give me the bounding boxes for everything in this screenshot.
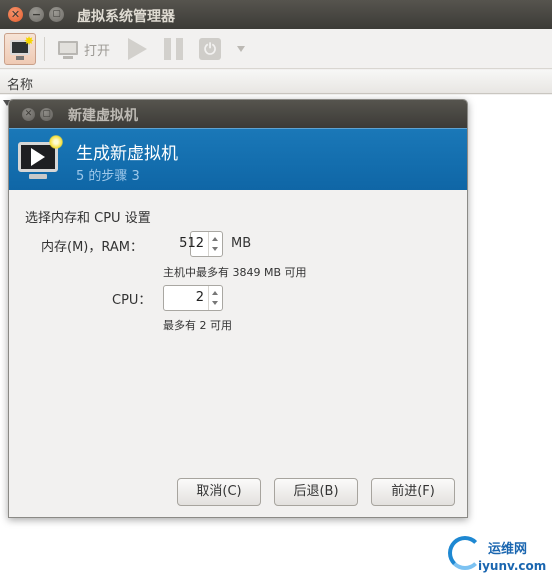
cpu-spinbox[interactable]: 2 bbox=[163, 285, 223, 311]
back-button[interactable]: 后退(B) bbox=[274, 478, 358, 506]
vm-sparkle-icon bbox=[49, 135, 63, 149]
dialog-title: 新建虚拟机 bbox=[68, 108, 138, 124]
spin-up-icon[interactable] bbox=[212, 291, 218, 295]
ram-label: 内存(M)，RAM： bbox=[41, 240, 143, 255]
toolbar: ✸ 打开 ⏻ bbox=[0, 29, 552, 69]
play-icon[interactable] bbox=[128, 38, 147, 60]
watermark-logo-icon bbox=[448, 536, 482, 570]
sparkle-icon: ✸ bbox=[24, 34, 35, 48]
spin-down-icon[interactable] bbox=[212, 247, 218, 251]
open-monitor-stand-icon bbox=[63, 56, 73, 59]
open-monitor-icon[interactable] bbox=[58, 41, 78, 55]
vm-play-icon bbox=[31, 148, 45, 166]
watermark-text: 运维网 bbox=[488, 542, 528, 557]
ram-hint: 主机中最多有 3849 MB 可用 bbox=[163, 266, 307, 279]
window-title: 虚拟系统管理器 bbox=[77, 9, 175, 25]
vm-monitor-stand-icon bbox=[29, 174, 47, 179]
forward-button[interactable]: 前进(F) bbox=[371, 478, 455, 506]
watermark: 运维网 iyunv.com bbox=[448, 534, 552, 580]
maximize-icon[interactable]: ▢ bbox=[49, 7, 64, 22]
main-window: ✕ − ▢ 虚拟系统管理器 ✸ 打开 ⏻ 名称 ✕ ▢ 新建虚拟机 生成新虚拟机… bbox=[0, 0, 552, 580]
banner-title: 生成新虚拟机 bbox=[76, 144, 178, 164]
new-vm-dialog: ✕ ▢ 新建虚拟机 生成新虚拟机 5 的步骤 3 选择内存和 CPU 设置 内存… bbox=[8, 99, 468, 518]
chevron-down-icon[interactable] bbox=[237, 46, 245, 52]
open-button-label[interactable]: 打开 bbox=[84, 40, 110, 59]
toolbar-separator bbox=[44, 37, 45, 61]
close-icon[interactable]: ✕ bbox=[8, 7, 23, 22]
cpu-hint: 最多有 2 可用 bbox=[163, 319, 232, 332]
column-name-label: 名称 bbox=[7, 78, 34, 93]
cancel-button[interactable]: 取消(C) bbox=[177, 478, 261, 506]
pause-bar-right bbox=[176, 38, 183, 60]
ram-value[interactable]: 512 bbox=[179, 236, 204, 251]
dialog-titlebar[interactable]: ✕ ▢ 新建虚拟机 bbox=[9, 100, 467, 128]
list-column-header[interactable]: 名称 bbox=[0, 70, 552, 94]
pause-bar-left bbox=[164, 38, 171, 60]
watermark-url: iyunv.com bbox=[478, 559, 547, 573]
power-icon[interactable]: ⏻ bbox=[199, 38, 221, 60]
new-vm-button[interactable]: ✸ bbox=[4, 33, 36, 65]
cpu-label: CPU： bbox=[112, 293, 152, 308]
dialog-banner: 生成新虚拟机 5 的步骤 3 bbox=[9, 128, 467, 190]
spin-up-icon[interactable] bbox=[212, 237, 218, 241]
pause-icon[interactable] bbox=[164, 38, 184, 60]
ram-spinbox[interactable]: 512 bbox=[179, 231, 223, 257]
ram-spin-arrows[interactable] bbox=[208, 232, 222, 256]
banner-step: 5 的步骤 3 bbox=[76, 169, 140, 184]
minimize-icon[interactable]: − bbox=[29, 7, 44, 22]
monitor-stand-icon bbox=[16, 56, 24, 60]
ram-unit: MB bbox=[231, 236, 252, 251]
dialog-maximize-icon[interactable]: ▢ bbox=[40, 108, 53, 121]
dialog-close-icon[interactable]: ✕ bbox=[22, 108, 35, 121]
cpu-value[interactable]: 2 bbox=[196, 290, 204, 305]
cpu-spin-arrows[interactable] bbox=[208, 286, 222, 310]
section-label: 选择内存和 CPU 设置 bbox=[25, 211, 151, 226]
window-titlebar[interactable]: ✕ − ▢ 虚拟系统管理器 bbox=[0, 0, 552, 29]
spin-down-icon[interactable] bbox=[212, 301, 218, 305]
